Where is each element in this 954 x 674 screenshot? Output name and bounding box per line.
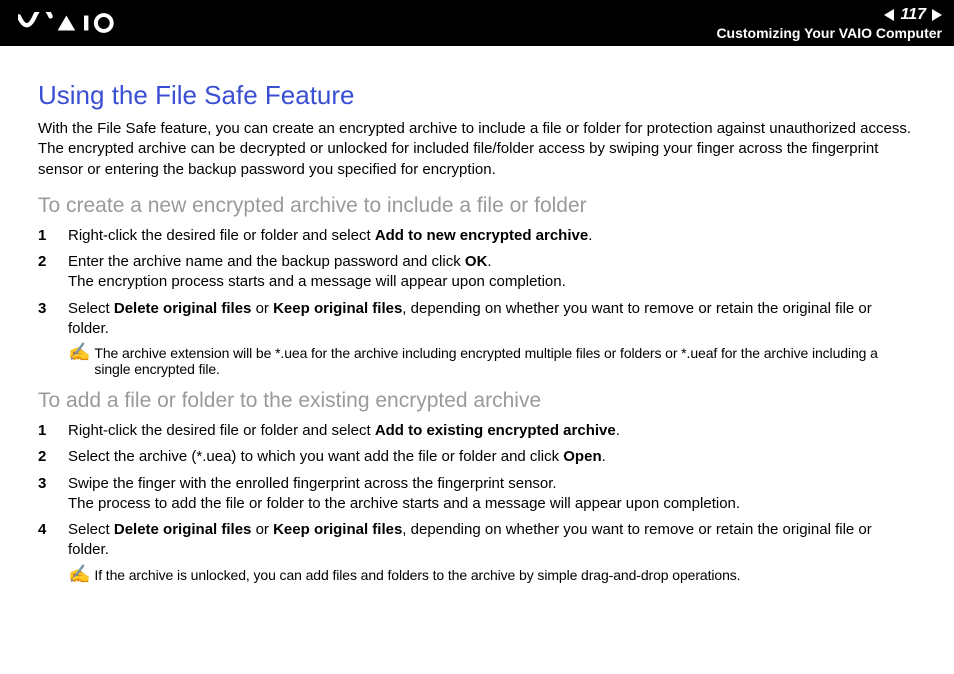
step-text: Select the archive (*.uea) to which you … <box>68 447 916 467</box>
section1-steps: 1 Right-click the desired file or folder… <box>38 226 916 339</box>
step-text: Right-click the desired file or folder a… <box>68 226 916 246</box>
step-item: 2 Enter the archive name and the backup … <box>38 252 916 293</box>
step-number: 2 <box>38 447 68 467</box>
header-right: 117 Customizing Your VAIO Computer <box>716 0 942 46</box>
step-item: 2 Select the archive (*.uea) to which yo… <box>38 447 916 467</box>
step-number: 3 <box>38 474 68 515</box>
step-item: 1 Right-click the desired file or folder… <box>38 226 916 246</box>
step-item: 3 Swipe the finger with the enrolled fin… <box>38 474 916 515</box>
section2-note: ✍ If the archive is unlocked, you can ad… <box>68 567 916 583</box>
prev-page-icon[interactable] <box>884 9 894 21</box>
vaio-logo-svg <box>18 12 132 34</box>
step-number: 3 <box>38 299 68 340</box>
section2-heading: To add a file or folder to the existing … <box>38 389 916 413</box>
page-nav: 117 <box>884 6 942 24</box>
note-icon: ✍ <box>68 343 90 361</box>
step-text: Swipe the finger with the enrolled finge… <box>68 474 916 515</box>
section1-note: ✍ The archive extension will be *.uea fo… <box>68 345 916 377</box>
page: 117 Customizing Your VAIO Computer Using… <box>0 0 954 615</box>
step-item: 4 Select Delete original files or Keep o… <box>38 520 916 561</box>
next-page-icon[interactable] <box>932 9 942 21</box>
page-title: Using the File Safe Feature <box>38 80 916 111</box>
content: Using the File Safe Feature With the Fil… <box>0 46 954 615</box>
note-icon: ✍ <box>68 565 90 583</box>
lead-paragraph: With the File Safe feature, you can crea… <box>38 119 916 180</box>
step-number: 2 <box>38 252 68 293</box>
vaio-logo <box>18 12 132 34</box>
step-text: Enter the archive name and the backup pa… <box>68 252 916 293</box>
page-number: 117 <box>900 6 926 24</box>
header-bar: 117 Customizing Your VAIO Computer <box>0 0 954 46</box>
step-number: 1 <box>38 421 68 441</box>
note-text: The archive extension will be *.uea for … <box>94 345 916 377</box>
step-item: 1 Right-click the desired file or folder… <box>38 421 916 441</box>
step-text: Select Delete original files or Keep ori… <box>68 299 916 340</box>
step-number: 1 <box>38 226 68 246</box>
section2-steps: 1 Right-click the desired file or folder… <box>38 421 916 561</box>
step-text: Select Delete original files or Keep ori… <box>68 520 916 561</box>
step-text: Right-click the desired file or folder a… <box>68 421 916 441</box>
breadcrumb: Customizing Your VAIO Computer <box>716 25 942 41</box>
step-item: 3 Select Delete original files or Keep o… <box>38 299 916 340</box>
note-text: If the archive is unlocked, you can add … <box>94 567 740 583</box>
section1-heading: To create a new encrypted archive to inc… <box>38 194 916 218</box>
step-number: 4 <box>38 520 68 561</box>
